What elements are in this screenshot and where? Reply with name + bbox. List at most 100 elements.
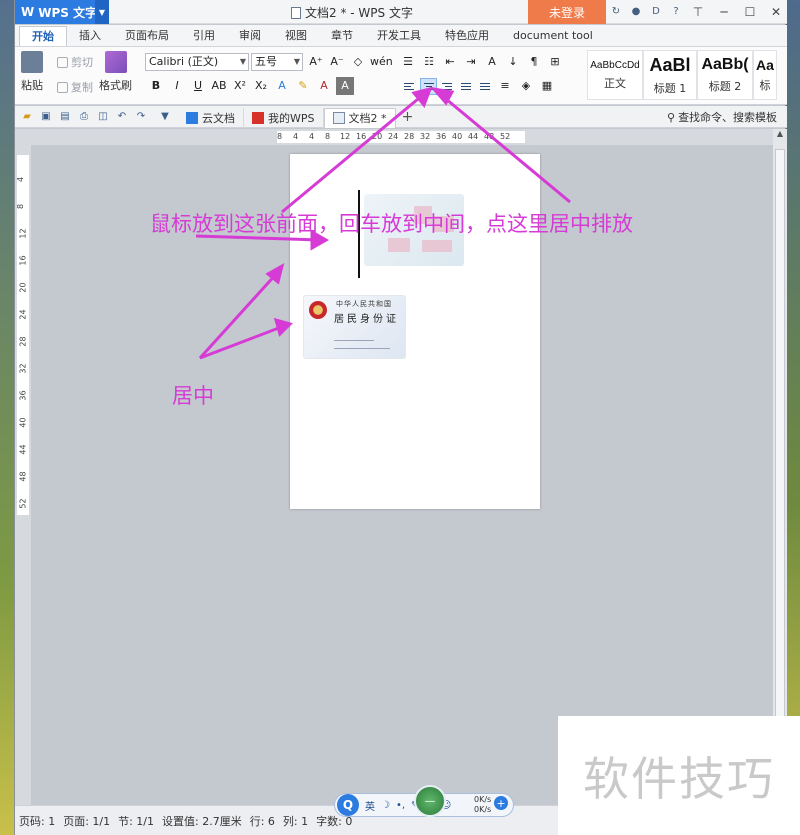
shrink-font-icon[interactable]: A⁻ [328, 53, 346, 71]
maximize-icon[interactable]: ☐ [737, 0, 763, 24]
show-marks-icon[interactable]: ¶ [525, 53, 543, 71]
tab-insert[interactable]: 插入 [67, 26, 113, 46]
tab-section[interactable]: 章节 [319, 26, 365, 46]
desktop-left-edge [0, 0, 14, 835]
login-button[interactable]: 未登录 [528, 0, 606, 24]
open-folder-icon[interactable]: ▰ [20, 110, 34, 124]
vertical-ruler[interactable]: 4 8 12 16 20 24 28 32 36 40 44 48 52 [15, 145, 31, 805]
style-normal[interactable]: AaBbCcDd 正文 [587, 50, 643, 100]
document-canvas[interactable]: 中华人民共和国 居民身份证 [31, 145, 773, 805]
style-name: 正文 [604, 76, 626, 90]
bullet-list-icon[interactable]: ☰ [399, 53, 417, 71]
sort-icon[interactable]: ↓ [504, 53, 522, 71]
highlight-icon[interactable]: ✎ [294, 77, 312, 95]
card-line [334, 348, 390, 349]
tab-view[interactable]: 视图 [273, 26, 319, 46]
char-shading-icon[interactable]: A [336, 77, 354, 95]
decrease-indent-icon[interactable]: ⇤ [441, 53, 459, 71]
chinese-layout-icon[interactable]: A [483, 53, 501, 71]
underline-icon[interactable]: U [189, 77, 207, 95]
align-right-icon[interactable] [439, 78, 456, 95]
add-icon[interactable]: + [494, 796, 508, 810]
tab-references[interactable]: 引用 [181, 26, 227, 46]
export-pdf-icon[interactable]: ▤ [58, 110, 72, 124]
font-size-select[interactable]: 五号 ▼ [251, 53, 303, 71]
status-setting-value: 设置值: 2.7厘米 [162, 814, 242, 828]
ime-logo-icon[interactable]: Q [337, 794, 359, 816]
superscript-icon[interactable]: X² [231, 77, 249, 95]
network-speed: 0K/s 0K/s [474, 795, 491, 815]
tab-page-layout[interactable]: 页面布局 [113, 26, 181, 46]
italic-icon[interactable]: I [168, 77, 186, 95]
tab-my-wps[interactable]: 我的WPS [244, 107, 324, 128]
tab-developer[interactable]: 开发工具 [365, 26, 433, 46]
numbered-list-icon[interactable]: ☷ [420, 53, 438, 71]
ruler-tick: 24 [18, 309, 28, 320]
style-heading-3[interactable]: Aa 标 [753, 50, 777, 100]
align-center-icon[interactable] [420, 77, 437, 95]
align-left-icon[interactable] [401, 78, 418, 95]
minimize-icon[interactable]: ─ [711, 0, 737, 24]
id-card-front-image[interactable]: 中华人民共和国 居民身份证 [303, 295, 406, 359]
line-spacing-icon[interactable]: ≡ [496, 77, 514, 95]
tab-special[interactable]: 特色应用 [433, 26, 501, 46]
justify-icon[interactable] [458, 78, 475, 95]
vertical-scrollbar[interactable]: ▲ ▼ [773, 129, 787, 805]
refresh-icon[interactable]: ↻ [609, 4, 623, 18]
accelerator-ball[interactable]: ― [414, 785, 446, 817]
tab-home[interactable]: 开始 [19, 26, 67, 46]
ime-language[interactable]: 英 [365, 798, 375, 813]
close-icon[interactable]: ✕ [763, 0, 789, 24]
punctuation-icon[interactable]: •, [396, 800, 405, 811]
strikethrough-icon[interactable]: AB [210, 77, 228, 95]
increase-indent-icon[interactable]: ⇥ [462, 53, 480, 71]
subscript-icon[interactable]: X₂ [252, 77, 270, 95]
style-heading-1[interactable]: AaBl 标题 1 [643, 50, 697, 100]
borders-icon[interactable]: ▦ [538, 77, 556, 95]
print-icon[interactable]: ⎙ [77, 110, 91, 124]
save-icon[interactable]: ▣ [39, 110, 53, 124]
doc-tab-label: 云文档 [202, 111, 235, 125]
ruler-tick: 28 [18, 336, 28, 347]
scrollbar-thumb[interactable] [775, 149, 785, 769]
mosaic-block [422, 240, 452, 252]
cut-button[interactable]: 剪切 [57, 54, 93, 70]
redo-icon[interactable]: ↷ [134, 110, 148, 124]
font-color-icon[interactable]: A [315, 77, 333, 95]
phonetic-icon[interactable]: wén [370, 53, 393, 71]
skin-icon[interactable]: ● [629, 4, 643, 18]
app-menu-button[interactable]: W WPS 文字 ▼ [15, 0, 109, 24]
undo-icon[interactable]: ↶ [115, 110, 129, 124]
chevron-down-icon[interactable]: ▼ [95, 0, 109, 24]
moon-icon[interactable]: ☽ [381, 800, 390, 811]
print-preview-icon[interactable]: ◫ [96, 110, 110, 124]
copy-button[interactable]: 复制 [57, 79, 93, 95]
format-painter-button[interactable]: 格式刷 [99, 51, 132, 93]
bold-icon[interactable]: B [147, 77, 165, 95]
style-heading-2[interactable]: AaBb( 标题 2 [697, 50, 753, 100]
paste-button[interactable]: 粘贴 [21, 51, 43, 93]
new-tab-icon[interactable]: + [401, 109, 415, 125]
tab-document-tool[interactable]: document tool [501, 26, 605, 46]
clipboard-icon [21, 51, 43, 73]
shading-icon[interactable]: ◈ [517, 77, 535, 95]
status-column: 列: 1 [282, 814, 309, 828]
scroll-up-icon[interactable]: ▲ [773, 129, 787, 139]
font-name-select[interactable]: Calibri (正文) ▼ [145, 53, 249, 71]
horizontal-ruler[interactable]: 8 4 4 8 12 16 20 24 28 32 36 40 44 48 52 [15, 129, 773, 145]
grow-font-icon[interactable]: A⁺ [307, 53, 325, 71]
chevron-down-icon[interactable]: ▼ [158, 110, 172, 124]
distributed-icon[interactable] [477, 78, 494, 95]
style-sample: AaBl [649, 54, 691, 75]
table-icon[interactable]: ⊞ [546, 53, 564, 71]
clear-format-icon[interactable]: ◇ [349, 53, 367, 71]
command-search[interactable]: ⚲ 查找命令、搜索模板 [667, 109, 777, 125]
restore-view-icon[interactable]: ⊤ [685, 0, 711, 24]
document-icon [291, 7, 301, 19]
tab-review[interactable]: 审阅 [227, 26, 273, 46]
feedback-icon[interactable]: D [649, 4, 663, 18]
tab-cloud-doc[interactable]: 云文档 [178, 107, 244, 128]
text-effect-icon[interactable]: A [273, 77, 291, 95]
tab-document-2[interactable]: 文档2 * [323, 107, 396, 128]
help-icon[interactable]: ? [669, 4, 683, 18]
